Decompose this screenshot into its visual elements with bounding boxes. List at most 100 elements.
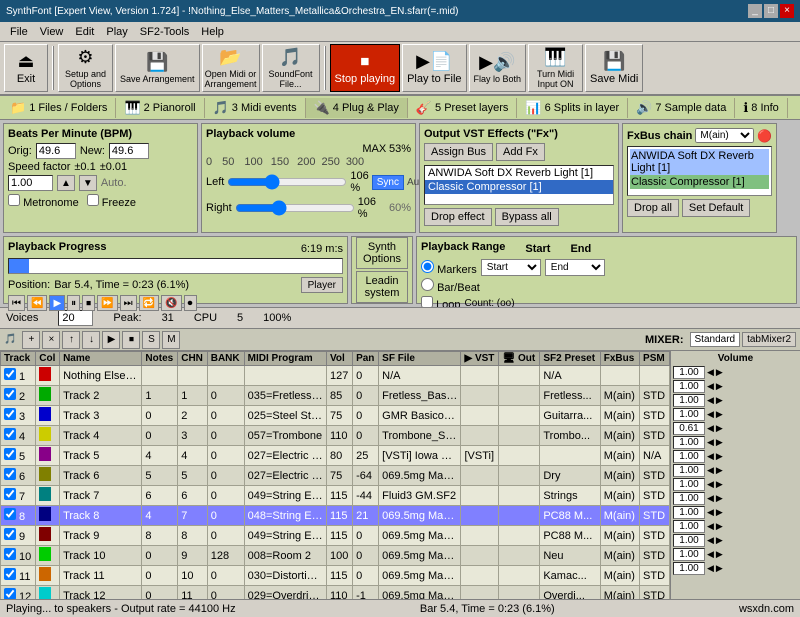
mixer-vol-input-1[interactable] [673, 366, 705, 379]
tab-splits[interactable]: 📊 6 Splits in layer [517, 98, 628, 118]
track-check-1[interactable] [4, 368, 16, 380]
mixer-right-arrow-15[interactable]: ▶ [716, 563, 723, 574]
mixer-vol-input-2[interactable] [673, 380, 705, 393]
fx-item-2[interactable]: Classic Compressor [1] [425, 180, 613, 194]
bar-beat-radio-label[interactable]: Bar/Beat [421, 278, 480, 294]
tab-preset[interactable]: 🎸 5 Preset layers [408, 98, 518, 118]
track-check-7[interactable] [4, 488, 16, 500]
add-fx-button[interactable]: Add Fx [496, 143, 545, 161]
mixer-vol-input-13[interactable] [673, 534, 705, 547]
rewind-button[interactable]: ⏮ [8, 295, 25, 311]
mixer-left-arrow-13[interactable]: ◀ [707, 535, 714, 546]
mixer-right-arrow-3[interactable]: ▶ [716, 395, 723, 406]
table-row[interactable]: 9 Track 9 8 8 0 049=String Ensem... 115 … [1, 526, 670, 546]
fx-item-1[interactable]: ANWIDA Soft DX Reverb Light [1] [425, 166, 613, 180]
speed-value-input[interactable] [8, 175, 53, 191]
player-button[interactable]: Player [301, 277, 343, 293]
bypass-all-button[interactable]: Bypass all [495, 208, 559, 226]
mixer-right-arrow-13[interactable]: ▶ [716, 535, 723, 546]
menu-view[interactable]: View [34, 24, 70, 40]
synth-btn[interactable]: Synth Options [356, 237, 408, 269]
left-slider[interactable] [227, 176, 347, 188]
th-vst[interactable]: ▶ VST [461, 352, 499, 366]
mixer-right-arrow-10[interactable]: ▶ [716, 493, 723, 504]
mixer-right-arrow-7[interactable]: ▶ [716, 451, 723, 462]
start-select[interactable]: Start [481, 259, 541, 276]
play-button[interactable]: ▶ [49, 295, 65, 311]
mixer-vol-input-12[interactable] [673, 520, 705, 533]
assign-bus-button[interactable]: Assign Bus [424, 143, 493, 161]
setup-button[interactable]: ⚙ Setup and Options [58, 44, 113, 92]
mixer-left-arrow-10[interactable]: ◀ [707, 493, 714, 504]
mixer-vol-input-5[interactable] [673, 422, 705, 435]
bar-beat-radio[interactable] [421, 278, 434, 291]
mixer-left-arrow-1[interactable]: ◀ [707, 367, 714, 378]
table-row[interactable]: 6 Track 6 5 5 0 027=Electric Clea... 75 … [1, 466, 670, 486]
table-row[interactable]: 11 Track 11 0 10 0 030=Distortion Gu... … [1, 566, 670, 586]
mixer-left-arrow-12[interactable]: ◀ [707, 521, 714, 532]
mixer-vol-input-15[interactable] [673, 562, 705, 575]
menu-help[interactable]: Help [195, 24, 230, 40]
th-track[interactable]: Track [1, 352, 36, 366]
markers-radio-label[interactable]: Markers [421, 260, 477, 276]
menu-play[interactable]: Play [100, 24, 133, 40]
mixer-vol-input-7[interactable] [673, 450, 705, 463]
markers-radio[interactable] [421, 260, 434, 273]
table-row[interactable]: 12 Track 12 0 11 0 029=Overdriven G... 1… [1, 586, 670, 600]
forward-button[interactable]: ⏩ [97, 295, 117, 311]
synth-options-panel[interactable]: Synth Options Leadin system [351, 236, 413, 304]
table-row[interactable]: 5 Track 5 4 4 0 027=Electric Clea... 80 … [1, 446, 670, 466]
minimize-button[interactable]: _ [748, 4, 762, 18]
track-check-8[interactable] [4, 508, 16, 520]
th-bank[interactable]: BANK [207, 352, 244, 366]
mixer-right-arrow-4[interactable]: ▶ [716, 409, 723, 420]
del-track-btn[interactable]: × [42, 331, 60, 349]
drop-all-button[interactable]: Drop all [627, 199, 679, 217]
track-stop-btn[interactable]: ⏹ [122, 331, 140, 349]
set-default-button[interactable]: Set Default [682, 199, 750, 217]
mixer-left-arrow-15[interactable]: ◀ [707, 563, 714, 574]
soundfont-button[interactable]: 🎵 SoundFont File... [262, 44, 320, 92]
metronome-check-label[interactable]: Metronome [8, 194, 79, 209]
mixer-right-arrow-6[interactable]: ▶ [716, 437, 723, 448]
track-down-btn[interactable]: ↓ [82, 331, 100, 349]
th-vol[interactable]: Vol [326, 352, 352, 366]
th-sf2preset[interactable]: SF2 Preset [540, 352, 600, 366]
metronome-checkbox[interactable] [8, 194, 20, 206]
end-select[interactable]: End [545, 259, 605, 276]
mixer-vol-input-11[interactable] [673, 506, 705, 519]
mixer-right-arrow-12[interactable]: ▶ [716, 521, 723, 532]
stop-button[interactable]: ⏹ Stop playing [330, 44, 401, 92]
menu-sf2tools[interactable]: SF2-Tools [134, 24, 196, 40]
add-track-btn[interactable]: + [22, 331, 40, 349]
tab-midi[interactable]: 🎵 3 Midi events [205, 98, 306, 118]
tab-pianoroll[interactable]: 🎹 2 Pianoroll [116, 98, 204, 118]
table-row[interactable]: 3 Track 3 0 2 0 025=Steel String ... 75 … [1, 406, 670, 426]
new-value-input[interactable] [109, 143, 149, 159]
th-pan[interactable]: Pan [353, 352, 379, 366]
speed-down-btn[interactable]: ▼ [79, 175, 97, 191]
table-row[interactable]: 4 Track 4 0 3 0 057=Trombone 110 0 Tromb… [1, 426, 670, 446]
mixer-vol-input-9[interactable] [673, 478, 705, 491]
end-button[interactable]: ⏭ [120, 295, 137, 311]
mixer-left-arrow-7[interactable]: ◀ [707, 451, 714, 462]
pause-button[interactable]: ⏸ [67, 295, 80, 311]
window-controls[interactable]: _ □ × [748, 4, 794, 18]
voices-value-input[interactable] [58, 310, 93, 326]
play-both-button[interactable]: ▶🔊 Flay lo Both [469, 44, 527, 92]
mixer-vol-input-3[interactable] [673, 394, 705, 407]
track-check-10[interactable] [4, 548, 16, 560]
tab-sample[interactable]: 🔊 7 Sample data [628, 98, 735, 118]
speed-up-btn[interactable]: ▲ [57, 175, 75, 191]
mixer-left-arrow-11[interactable]: ◀ [707, 507, 714, 518]
th-psm[interactable]: PSM [640, 352, 670, 366]
th-out[interactable]: 🖥 Out [499, 352, 540, 366]
track-check-5[interactable] [4, 448, 16, 460]
progress-bar-outer[interactable] [8, 258, 343, 274]
tab-info[interactable]: ℹ 8 Info [735, 98, 787, 118]
fxbus-select[interactable]: M(ain) [695, 128, 754, 143]
orig-value-input[interactable] [36, 143, 76, 159]
mixer-right-arrow-1[interactable]: ▶ [716, 367, 723, 378]
freeze-check-label[interactable]: Freeze [87, 194, 136, 209]
track-play-btn[interactable]: ▶ [102, 331, 120, 349]
